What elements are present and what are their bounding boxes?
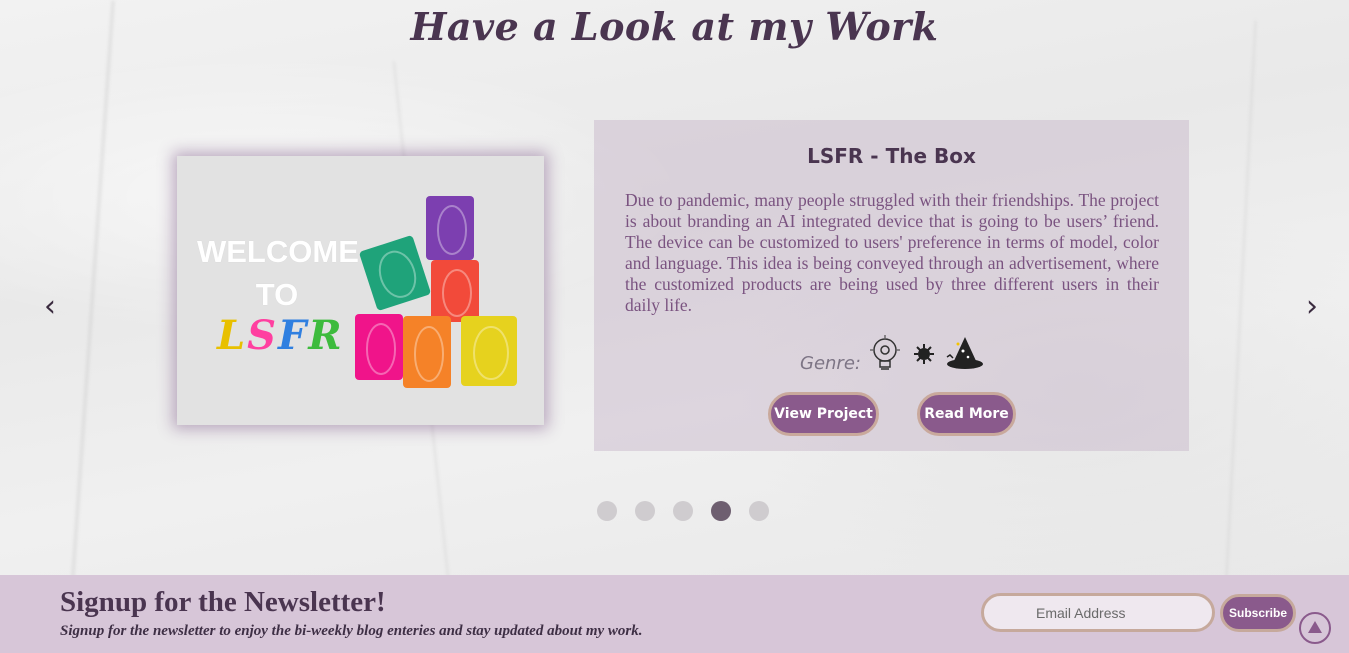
yellow-block [461, 316, 517, 386]
project-title: LSFR - The Box [807, 144, 976, 168]
subscribe-button[interactable]: Subscribe [1220, 594, 1296, 632]
genre-label: Genre: [800, 352, 861, 374]
red-block [431, 260, 479, 322]
project-image: WELCOME TO LSFR [177, 156, 544, 425]
green-block [358, 234, 432, 312]
genre-row: Genre: [800, 335, 995, 377]
project-info-panel: LSFR - The Box Due to pandemic, many peo… [594, 120, 1189, 451]
scroll-to-top-button[interactable] [1299, 612, 1331, 644]
newsletter-title: Signup for the Newsletter! [60, 586, 386, 618]
email-field[interactable] [981, 593, 1215, 632]
read-more-button[interactable]: Read More [917, 392, 1016, 436]
next-slide-arrow[interactable]: › [1306, 292, 1318, 322]
slide-dot-4[interactable] [711, 501, 731, 521]
newsletter-subtitle: Signup for the newsletter to enjoy the b… [60, 623, 643, 639]
arrow-up-icon [1307, 619, 1323, 638]
slider-pagination [597, 501, 769, 521]
slide-dot-5[interactable] [749, 501, 769, 521]
lsfr-logo: LSFR [217, 312, 344, 359]
prev-slide-arrow[interactable]: ‹ [44, 292, 56, 322]
virus-icon [913, 343, 935, 369]
slide-dot-1[interactable] [597, 501, 617, 521]
pink-block [355, 314, 403, 380]
lightbulb-gear-icon [867, 335, 903, 377]
slide-dot-3[interactable] [673, 501, 693, 521]
project-description: Due to pandemic, many people struggled w… [625, 190, 1159, 315]
view-project-button[interactable]: View Project [768, 392, 879, 436]
welcome-text: WELCOME TO [197, 234, 359, 312]
newsletter-section: Signup for the Newsletter! Signup for th… [0, 575, 1349, 653]
purple-block [426, 196, 474, 260]
wizard-hat-icon [945, 335, 985, 377]
section-title: Have a Look at my Work [410, 4, 939, 49]
orange-block [403, 316, 451, 388]
slide-dot-2[interactable] [635, 501, 655, 521]
